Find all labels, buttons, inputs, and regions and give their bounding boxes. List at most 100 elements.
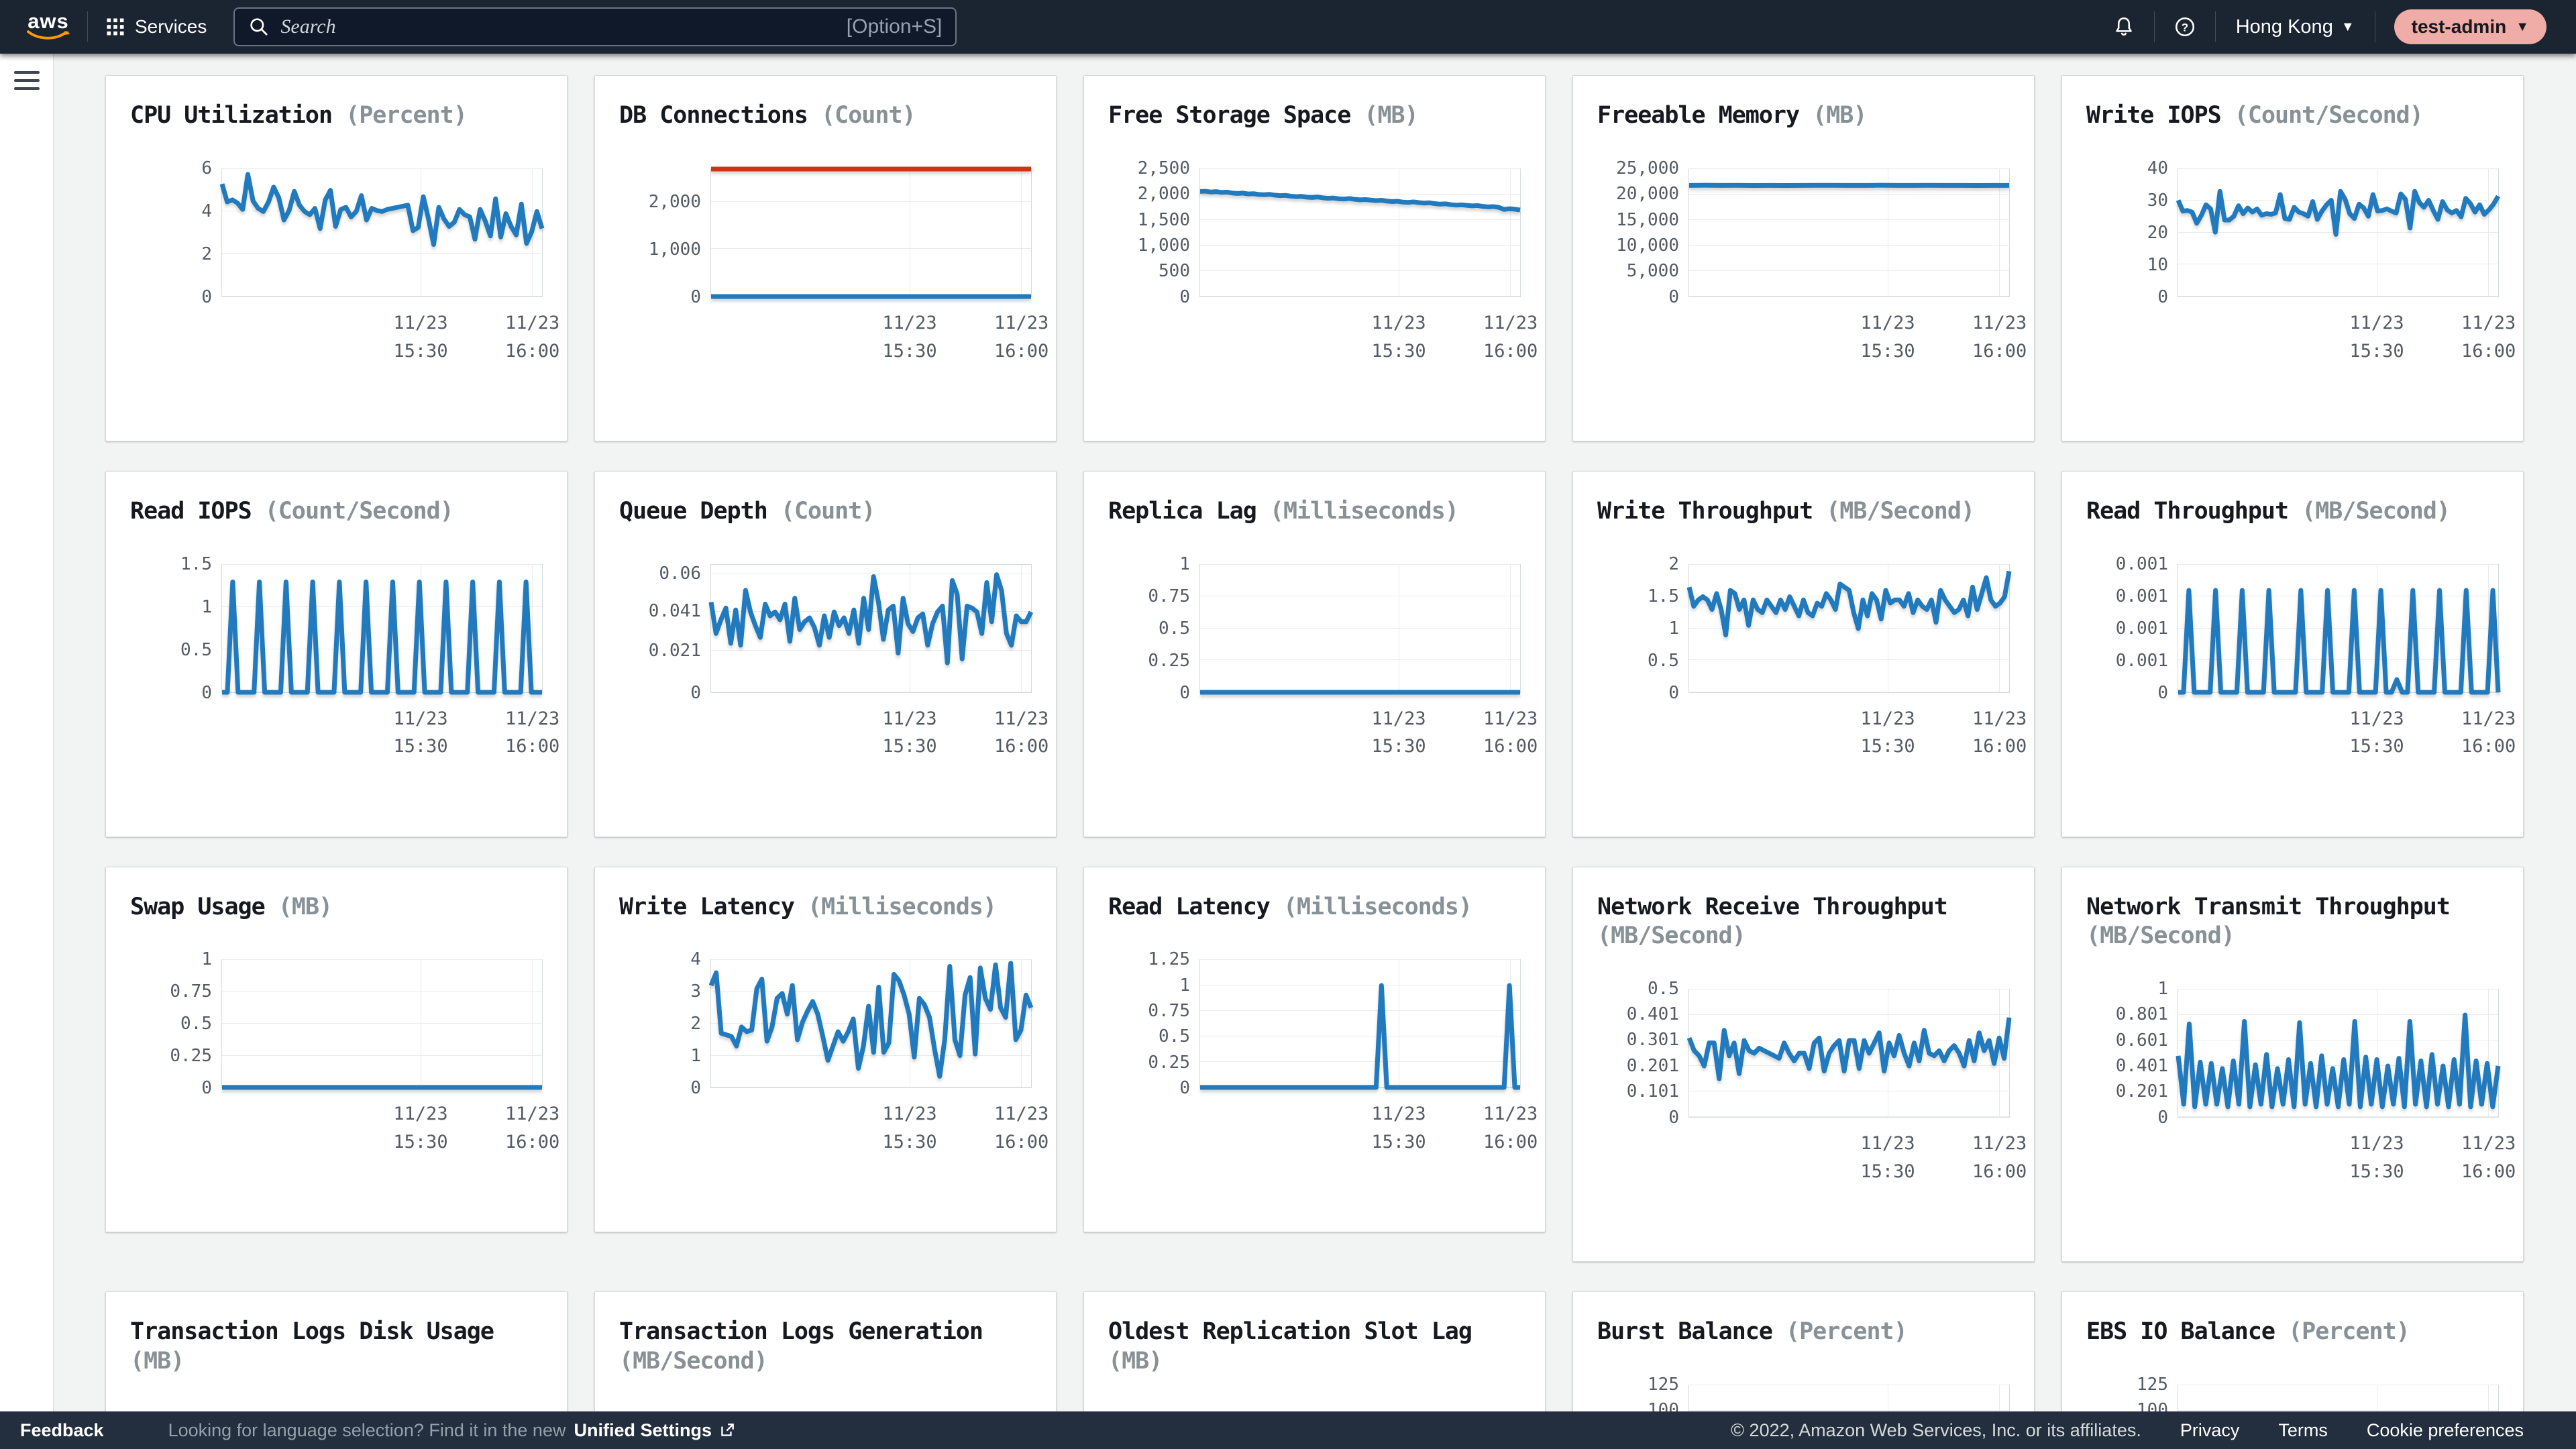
metric-unit: (Count): [781, 498, 875, 525]
chart-canvas[interactable]: [221, 168, 543, 297]
x-axis-labels: 11/2315:3011/2316:00: [1199, 1096, 1521, 1152]
help-icon: ?: [2174, 15, 2196, 38]
nav-right-cluster: ? Hong Kong ▼ test-admin ▼: [2094, 0, 2556, 54]
metric-card: Network Transmit Throughput (MB/Second) …: [2061, 867, 2524, 1263]
y-tick-label: 0: [2157, 1108, 2168, 1128]
y-tick-label: 1.5: [1648, 586, 1679, 606]
content-area: CPU Utilization (Percent) 6420 11/2315:3…: [0, 54, 2576, 1411]
x-tick-label: 11/2316:00: [1972, 1130, 2027, 1186]
metric-name: Transaction Logs Generation: [619, 1318, 983, 1345]
side-menu-strip: [0, 54, 54, 1411]
cookie-preferences-link[interactable]: Cookie preferences: [2367, 1420, 2524, 1441]
metric-unit: (MB): [1813, 102, 1866, 129]
search-input[interactable]: [280, 15, 846, 38]
chart-canvas[interactable]: [710, 564, 1032, 693]
region-selector[interactable]: Hong Kong ▼: [2216, 16, 2375, 38]
metric-card: Queue Depth (Count) 0.060.0410.0210 11/2…: [594, 471, 1057, 837]
terms-link[interactable]: Terms: [2278, 1420, 2328, 1441]
y-tick-label: 3: [690, 981, 701, 1002]
account-menu[interactable]: test-admin ▼: [2394, 9, 2546, 44]
y-tick-label: 1: [1668, 619, 1679, 639]
series-line: [711, 574, 1031, 663]
chart-canvas[interactable]: [1688, 168, 2010, 297]
y-tick-label: 0.001: [2116, 619, 2168, 639]
x-tick-label: 11/2315:30: [393, 705, 447, 761]
y-tick-label: 1,000: [649, 239, 701, 260]
aws-smile-icon: [27, 30, 70, 41]
chart-canvas[interactable]: [221, 564, 543, 693]
language-hint-text: Looking for language selection? Find it …: [168, 1420, 566, 1441]
gridline: [1999, 1385, 2000, 1411]
y-tick-label: 6: [201, 158, 212, 178]
metric-card: Free Storage Space (MB) 2,5002,0001,5001…: [1083, 75, 1546, 441]
series-line: [1200, 985, 1520, 1087]
services-menu[interactable]: Services: [88, 0, 224, 54]
metric-unit: (Count): [821, 102, 916, 129]
chart-canvas[interactable]: [1199, 959, 1521, 1088]
notifications-button[interactable]: [2094, 0, 2154, 54]
chart: 1.2510.750.50.250: [1108, 959, 1521, 1088]
chart-canvas[interactable]: [710, 168, 1032, 297]
hamburger-menu-button[interactable]: [14, 71, 40, 90]
chart-canvas[interactable]: [2178, 168, 2499, 297]
x-axis-labels: 11/2315:3011/2316:00: [710, 305, 1032, 362]
x-axis-labels: 11/2315:3011/2316:00: [2178, 305, 2499, 362]
y-tick-label: 1: [201, 597, 212, 617]
y-tick-label: 0.25: [1148, 651, 1190, 671]
y-axis-labels: 1.2510.750.50.250: [1108, 959, 1199, 1088]
chart-canvas[interactable]: [2178, 564, 2499, 693]
footer: Feedback Looking for language selection?…: [0, 1411, 2576, 1449]
privacy-link[interactable]: Privacy: [2180, 1420, 2240, 1441]
metric-unit: (MB): [278, 894, 332, 920]
x-tick-label: 11/2316:00: [1972, 705, 2027, 761]
y-tick-label: 0.041: [649, 601, 701, 621]
metric-name: Read Latency: [1108, 894, 1270, 920]
aws-logo[interactable]: aws: [27, 13, 70, 41]
metric-card-title: Read Latency (Milliseconds): [1108, 893, 1521, 922]
account-label: test-admin: [2412, 16, 2507, 38]
chart-canvas[interactable]: [1199, 168, 1521, 297]
y-tick-label: 2,000: [1138, 184, 1190, 204]
chart-canvas[interactable]: [1688, 564, 2010, 693]
chart-canvas[interactable]: [2178, 989, 2499, 1118]
bell-icon: [2112, 15, 2135, 38]
chart-canvas[interactable]: [221, 959, 543, 1088]
x-tick-label: 11/2316:00: [994, 309, 1049, 366]
metric-name: Burst Balance: [1597, 1318, 1772, 1345]
chart: 25,00020,00015,00010,0005,0000: [1597, 168, 2010, 297]
metric-name: CPU Utilization: [130, 102, 332, 129]
y-axis-labels: 6420: [130, 168, 221, 297]
x-axis-labels: 11/2315:3011/2316:00: [1688, 305, 2010, 362]
chart-canvas[interactable]: [1199, 564, 1521, 693]
y-tick-label: 0.75: [170, 981, 212, 1002]
x-tick-label: 11/2315:30: [882, 309, 936, 366]
y-axis-labels: 2,5002,0001,5001,0005000: [1108, 168, 1199, 297]
chart-canvas[interactable]: [2178, 1385, 2499, 1411]
y-tick-label: 2,500: [1138, 158, 1190, 178]
chart-series-svg: [2178, 565, 2498, 692]
metric-name: Write Throughput: [1597, 498, 1813, 525]
metric-card: CPU Utilization (Percent) 6420 11/2315:3…: [105, 75, 568, 441]
series-line: [222, 174, 542, 245]
search-bar[interactable]: [Option+S]: [233, 7, 957, 46]
y-tick-label: 0.001: [2116, 651, 2168, 671]
y-tick-label: 0: [1179, 1078, 1190, 1098]
chart-canvas[interactable]: [1688, 989, 2010, 1118]
metric-card: Freeable Memory (MB) 25,00020,00015,0001…: [1572, 75, 2035, 441]
y-tick-label: 125: [2137, 1375, 2168, 1395]
chart-canvas[interactable]: [710, 959, 1032, 1088]
series-line: [711, 963, 1031, 1077]
chart: 6420: [130, 168, 543, 297]
chart-canvas[interactable]: [1688, 1385, 2010, 1411]
feedback-button[interactable]: Feedback: [20, 1420, 104, 1441]
services-grid-icon: [105, 17, 125, 37]
metric-name: Read IOPS: [130, 498, 252, 525]
x-axis-labels: 11/2315:3011/2316:00: [710, 701, 1032, 757]
unified-settings-link[interactable]: Unified Settings: [574, 1420, 736, 1441]
y-tick-label: 0.75: [1148, 586, 1190, 606]
x-axis-labels: 11/2315:3011/2316:00: [1688, 701, 2010, 757]
y-tick-label: 0.5: [180, 640, 212, 660]
y-tick-label: 1.25: [1148, 949, 1190, 969]
help-button[interactable]: ?: [2155, 0, 2215, 54]
metric-unit: (Percent): [345, 102, 467, 129]
